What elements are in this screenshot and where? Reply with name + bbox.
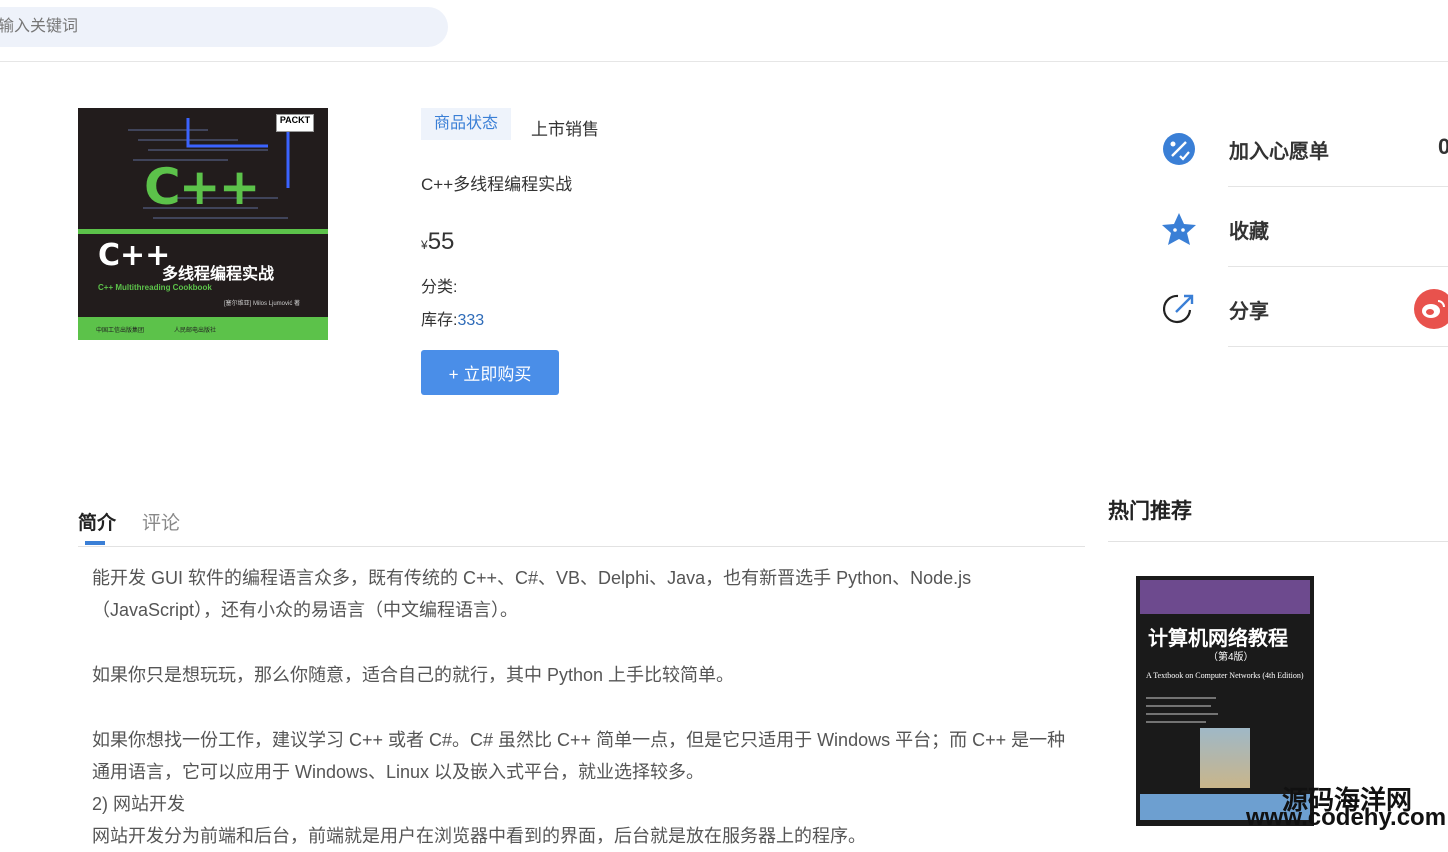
- weibo-glyph: [1422, 300, 1445, 318]
- stock-value: 333: [457, 312, 485, 329]
- cover-big-title: C++: [144, 158, 260, 216]
- cover-footer: 中国工信出版集团 人民邮电出版社: [78, 317, 328, 340]
- divider: [1228, 346, 1448, 347]
- favorite-action[interactable]: 收藏: [1160, 188, 1448, 267]
- weibo-share-icon[interactable]: [1414, 289, 1448, 329]
- product-price: ¥55: [421, 228, 454, 256]
- cover-press-right: 人民邮电出版社: [174, 328, 217, 334]
- stock-info: 库存:333: [421, 306, 484, 330]
- tab-divider: [78, 546, 1085, 547]
- hot-book-title: 计算机网络教程: [1148, 628, 1288, 650]
- cover-authors: [塞尔维亚] Milos Ljumović 著: [224, 301, 301, 307]
- top-bar: [0, 0, 1448, 62]
- watermark-line2: www.codehy.com: [1246, 804, 1447, 831]
- buy-now-button[interactable]: + 立即购买: [421, 350, 559, 395]
- product-title: C++多线程编程实战: [421, 175, 573, 194]
- hot-recommend-title: 热门推荐: [1108, 500, 1192, 523]
- hot-book-picture: [1200, 728, 1250, 788]
- description-paragraph: 2) 网站开发: [92, 794, 186, 814]
- cover-title-cpp: C++: [98, 238, 171, 273]
- wishlist-action[interactable]: 加入心愿单: [1160, 108, 1448, 187]
- share-action[interactable]: 分享: [1160, 268, 1448, 347]
- cover-publisher-badge: PACKT: [276, 114, 314, 132]
- share-icon: [1162, 294, 1194, 324]
- cover-title-cn: 多线程编程实战: [162, 266, 275, 283]
- favorite-label: 收藏: [1229, 221, 1269, 243]
- wishlist-icon: [1163, 133, 1195, 165]
- status-value: 上市销售: [531, 120, 599, 139]
- hot-book-edition: （第4版）: [1208, 652, 1254, 663]
- divider: [1228, 266, 1448, 267]
- divider: [1228, 186, 1448, 187]
- description-paragraph: 能开发 GUI 软件的编程语言众多，既有传统的 C++、C#、VB、Delphi…: [92, 568, 972, 620]
- active-tab-indicator: [85, 541, 105, 545]
- tab-comment[interactable]: 评论: [142, 508, 180, 535]
- cover-title-en: C++ Multithreading Cookbook: [98, 283, 212, 292]
- wishlist-label: 加入心愿单: [1229, 141, 1329, 163]
- product-cover-image: PACKT C++ C++ 多线程编程实战 C++ Multithreading…: [78, 108, 328, 340]
- hot-book-top-band: [1140, 580, 1310, 614]
- star-icon: [1162, 213, 1196, 245]
- hot-divider: [1108, 541, 1448, 542]
- status-label: 商品状态: [421, 108, 511, 140]
- wishlist-count: 0: [1438, 134, 1448, 159]
- hot-book-en-title: A Textbook on Computer Networks (4th Edi…: [1146, 671, 1304, 680]
- tab-intro[interactable]: 简介: [78, 508, 116, 535]
- share-label: 分享: [1229, 301, 1269, 323]
- description-paragraph: 如果你只是想玩玩，那么你随意，适合自己的就行，其中 Python 上手比较简单。: [92, 665, 735, 685]
- search-input[interactable]: [0, 7, 448, 47]
- price-currency: ¥: [421, 238, 428, 252]
- price-value: 55: [427, 228, 455, 255]
- cover-press-left: 中国工信出版集团: [96, 328, 145, 334]
- category-label: 分类:: [421, 279, 458, 296]
- description-paragraph: 网站开发分为前端和后台，前端就是用户在浏览器中看到的界面，后台就是放在服务器上的…: [92, 826, 866, 846]
- description-paragraph: 如果你想找一份工作，建议学习 C++ 或者 C#。C# 虽然比 C++ 简单一点…: [92, 730, 1066, 782]
- stock-label: 库存:: [421, 312, 458, 329]
- cover-green-band: [78, 229, 328, 234]
- description-content: 能开发 GUI 软件的编程语言众多，既有传统的 C++、C#、VB、Delphi…: [92, 562, 1082, 852]
